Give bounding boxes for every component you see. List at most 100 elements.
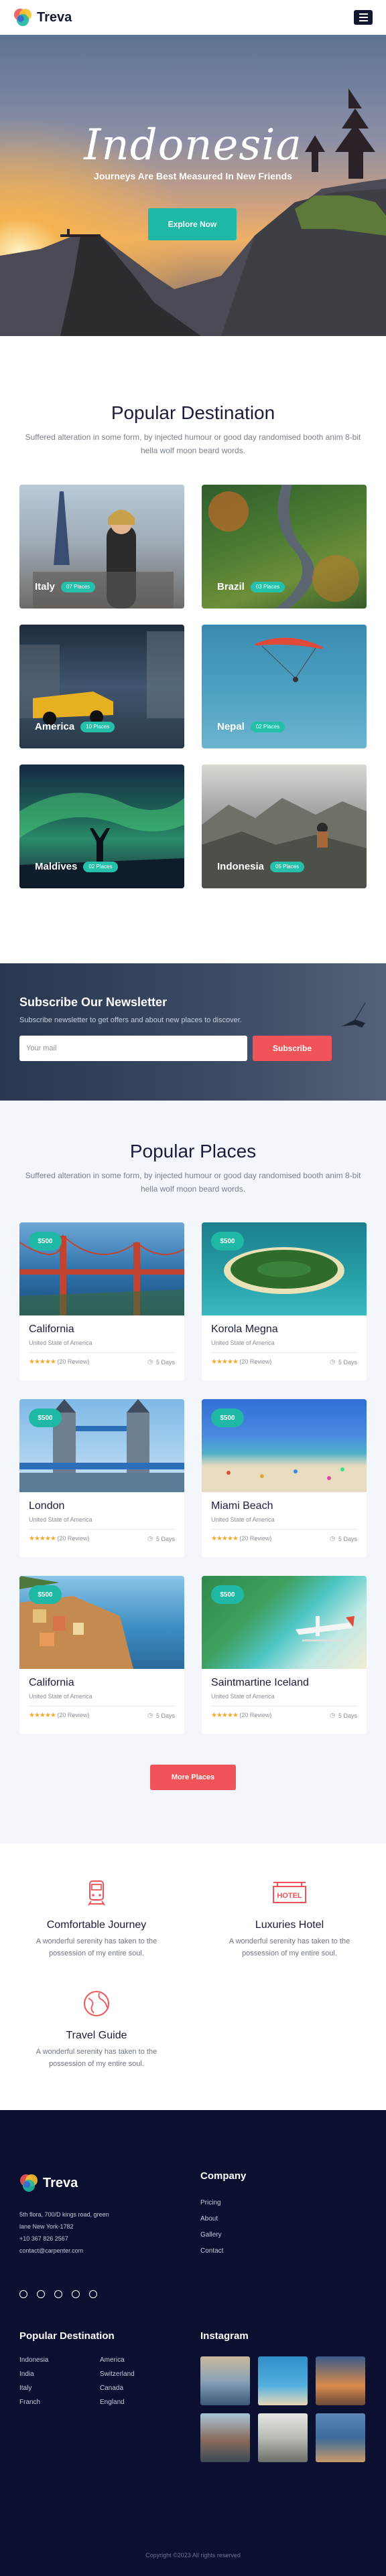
footer-destination-link[interactable]: Indonesia xyxy=(19,2356,100,2364)
email-address[interactable]: contact@carpenter.com xyxy=(19,2245,200,2257)
explore-now-button[interactable]: Explore Now xyxy=(148,208,237,240)
divider xyxy=(29,1529,175,1530)
duration: 5 Days xyxy=(338,1535,357,1542)
place-body: California United State of America ★★★★★… xyxy=(19,1315,184,1366)
instagram-heading: Instagram xyxy=(200,2330,249,2342)
price-badge: $500 xyxy=(29,1232,62,1251)
footer-destination-link[interactable]: Switzerland xyxy=(100,2370,180,2378)
brand-name: Treva xyxy=(37,9,72,25)
price-badge: $500 xyxy=(211,1408,244,1427)
duration: 5 Days xyxy=(155,1712,175,1719)
instagram-icon[interactable] xyxy=(54,2290,62,2298)
instagram-photo[interactable] xyxy=(200,2413,250,2462)
destination-name: Indonesia xyxy=(217,861,265,872)
footer-destination-link[interactable]: America xyxy=(100,2356,180,2364)
instagram-photo[interactable] xyxy=(316,2413,365,2462)
footer-destination-link[interactable]: Franch xyxy=(19,2399,100,2406)
feature-text: A wonderful serenity has taken to the po… xyxy=(229,1937,350,1957)
destination-description: Suffered alteration in some form, by inj… xyxy=(25,432,361,455)
phone-number[interactable]: +10 367 826 2567 xyxy=(19,2233,200,2245)
place-image: $500 xyxy=(202,1399,367,1492)
newsletter-section: Subscribe Our Newsletter Subscribe newsl… xyxy=(0,963,386,1101)
newsletter-form: Your mail Subscribe xyxy=(19,1036,367,1061)
duration: 5 Days xyxy=(155,1535,175,1542)
footer-link-pricing[interactable]: Pricing xyxy=(200,2199,361,2206)
duration: 5 Days xyxy=(338,1712,357,1719)
price-badge: $500 xyxy=(211,1232,244,1251)
hamburger-icon[interactable] xyxy=(354,10,373,25)
review-count: (20 Review) xyxy=(57,1712,90,1718)
review-count: (20 Review) xyxy=(57,1535,90,1542)
destination-card-maldives[interactable]: Maldives 02 Places xyxy=(19,764,184,888)
place-image: $500 xyxy=(202,1222,367,1315)
popular-destination-section: Popular Destination Suffered alteration … xyxy=(0,336,386,888)
destination-grid: Italy 07 Places Brazil 03 Places America 10… xyxy=(19,485,367,888)
subscribe-button[interactable]: Subscribe xyxy=(253,1036,332,1061)
footer-destination-link[interactable]: India xyxy=(19,2370,100,2378)
destination-card-indonesia[interactable]: Indonesia 05 Places xyxy=(202,764,367,888)
place-card[interactable]: $500 California United State of America … xyxy=(19,1576,184,1734)
email-input[interactable]: Your mail xyxy=(19,1036,247,1061)
place-meta: ★★★★★ (20 Review) ◷ 5 Days xyxy=(29,1712,175,1719)
feature-item: Travel Guide A wonderful serenity has ta… xyxy=(0,1989,193,2070)
youtube-icon[interactable] xyxy=(89,2290,97,2298)
place-location: United State of America xyxy=(211,1340,275,1346)
place-name: Korola Megna xyxy=(211,1323,278,1335)
place-name: Miami Beach xyxy=(211,1500,273,1512)
destination-label: Brazil 03 Places xyxy=(217,581,285,592)
destination-label: America 10 Places xyxy=(35,721,115,732)
star-rating-icon: ★★★★★ xyxy=(29,1358,56,1366)
destination-label: Italy 07 Places xyxy=(35,581,96,592)
place-meta: ★★★★★ (20 Review) ◷ 5 Days xyxy=(211,1358,357,1366)
logo-icon xyxy=(20,2174,38,2192)
instagram-photo[interactable] xyxy=(200,2356,250,2405)
place-card[interactable]: $500 Korola Megna United State of Americ… xyxy=(202,1222,367,1380)
footer-destination-link[interactable]: Italy xyxy=(19,2385,100,2392)
pinterest-icon[interactable] xyxy=(72,2290,80,2298)
instagram-photo[interactable] xyxy=(258,2413,308,2462)
price-badge: $500 xyxy=(29,1585,62,1604)
place-body: Korola Megna United State of America ★★★… xyxy=(202,1315,367,1366)
footer-destination-link[interactable]: Canada xyxy=(100,2385,180,2392)
feature-title: Travel Guide xyxy=(66,2030,127,2041)
brand-logo[interactable]: Treva xyxy=(13,8,72,27)
star-rating-icon: ★★★★★ xyxy=(211,1535,239,1542)
feature-text: A wonderful serenity has taken to the po… xyxy=(36,1937,157,1957)
footer-link-contact[interactable]: Contact xyxy=(200,2247,361,2255)
train-icon xyxy=(88,1880,105,1906)
place-meta: ★★★★★ (20 Review) ◷ 5 Days xyxy=(211,1535,357,1542)
destination-card-italy[interactable]: Italy 07 Places xyxy=(19,485,184,609)
hero-title: Indonesia xyxy=(84,120,302,170)
more-places-button[interactable]: More Places xyxy=(150,1765,236,1790)
footer-logo[interactable]: Treva xyxy=(19,2174,200,2192)
place-location: United State of America xyxy=(211,1693,275,1700)
footer-link-about[interactable]: About xyxy=(200,2215,361,2223)
destination-card-brazil[interactable]: Brazil 03 Places xyxy=(202,485,367,609)
footer-link-gallery[interactable]: Gallery xyxy=(200,2231,361,2239)
twitter-icon[interactable] xyxy=(37,2290,45,2298)
place-body: Miami Beach United State of America ★★★★… xyxy=(202,1492,367,1542)
place-card[interactable]: $500 Miami Beach United State of America… xyxy=(202,1399,367,1557)
footer-instagram: Instagram xyxy=(200,2330,365,2462)
instagram-photo[interactable] xyxy=(316,2356,365,2405)
footer-company: Company Pricing About Gallery Contact xyxy=(200,2170,361,2298)
price-badge: $500 xyxy=(211,1585,244,1604)
feature-item: HOTEL Luxuries Hotel A wonderful serenit… xyxy=(193,1878,386,1959)
place-card[interactable]: $500 London United State of America ★★★★… xyxy=(19,1399,184,1557)
place-card[interactable]: $500 Saintmartine Iceland United State o… xyxy=(202,1576,367,1734)
place-card[interactable]: $500 California United State of America … xyxy=(19,1222,184,1380)
logo-icon xyxy=(14,9,31,26)
places-count-badge: 10 Places xyxy=(80,721,115,732)
footer-about: Treva 5th flora, 700/D kings road, green… xyxy=(19,2170,200,2298)
destination-card-nepal[interactable]: Nepal 02 Places xyxy=(202,625,367,748)
places-count-badge: 05 Places xyxy=(270,861,305,872)
facebook-icon[interactable] xyxy=(19,2290,27,2298)
site-footer: Treva 5th flora, 700/D kings road, green… xyxy=(0,2110,386,2576)
footer-columns-2: Popular Destination Indonesia America In… xyxy=(19,2330,367,2462)
destination-card-america[interactable]: America 10 Places xyxy=(19,625,184,748)
instagram-photo[interactable] xyxy=(258,2356,308,2405)
popular-places-section: Popular Places Suffered alteration in so… xyxy=(0,1101,386,1844)
clock-icon: ◷ xyxy=(330,1358,335,1365)
footer-destination-link[interactable]: England xyxy=(100,2399,180,2406)
duration: 5 Days xyxy=(155,1358,175,1366)
